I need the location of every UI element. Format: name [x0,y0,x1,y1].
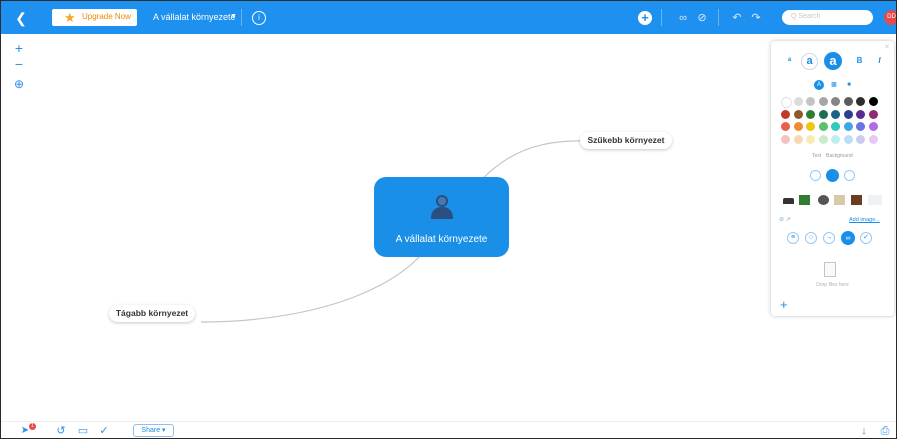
color-swatch[interactable] [793,97,803,106]
clock-icon[interactable] [818,195,829,205]
graduation-cap-icon[interactable] [783,198,794,204]
color-swatch[interactable] [856,122,865,131]
mindmap-canvas[interactable]: + − ⊕ A vállalat környezete Szűkebb körn… [1,34,896,421]
upgrade-label: Upgrade Now [82,12,131,21]
more-images-icon[interactable] [868,195,882,205]
top-toolbar: ❮ ★ Upgrade Now A vállalat környezete ▼ … [1,1,896,34]
add-topic-icon[interactable]: + [638,11,652,25]
checkmark-icon[interactable]: ✓ [860,232,872,244]
add-icon[interactable]: + [780,298,788,311]
color-swatch[interactable] [868,109,878,119]
color-swatch[interactable] [781,134,790,144]
font-size-medium-button[interactable]: a [801,53,818,70]
color-swatch[interactable] [868,97,878,106]
branch-topic-tagabb[interactable]: Tágabb környezet [109,305,195,322]
color-swatch[interactable] [818,122,828,131]
image-tab-icon[interactable] [826,169,839,182]
info-icon[interactable]: i [252,11,266,25]
color-swatch[interactable] [843,134,853,144]
color-swatch[interactable] [831,122,840,131]
image-options-icon[interactable]: ⊘ ↗ [779,216,791,223]
color-swatch[interactable] [818,109,828,119]
undo-icon[interactable]: ↶ [730,11,744,25]
block-icon[interactable]: ⊘ [695,11,709,25]
link-icon[interactable]: ∞ [841,231,855,245]
color-swatch[interactable] [793,134,803,144]
sticker-icon[interactable] [844,170,855,181]
book-icon[interactable] [834,195,845,205]
format-panel: ✕ a a a B I A ▩ ■ Text Background ⊘ ↗ Ad… [771,41,894,316]
color-swatch[interactable] [868,122,878,131]
line-style-icon[interactable]: ≡ [787,232,799,244]
emoji-icon[interactable] [810,170,821,181]
color-swatch[interactable] [843,97,853,106]
toolbar-divider [661,9,662,26]
task-check-icon[interactable]: ✓ [98,425,110,437]
color-swatch[interactable] [818,97,828,106]
document-title[interactable]: A vállalat környezete [153,12,236,22]
avatar[interactable]: DD [884,10,896,25]
font-size-small-button[interactable]: a [781,53,798,70]
search-input[interactable]: Q Search [782,10,873,25]
share-button[interactable]: Share ▾ [133,424,174,437]
chalkboard-icon[interactable] [799,195,810,205]
branch-topic-szukebb[interactable]: Szűkebb környezet [580,132,672,149]
color-swatch[interactable] [806,109,815,119]
download-icon[interactable]: ↓ [858,425,870,437]
background-color-icon[interactable]: ▩ [829,80,839,90]
border-color-icon[interactable]: ■ [844,80,854,90]
arrow-icon[interactable]: → [823,232,835,244]
color-swatch[interactable] [781,97,792,108]
color-swatch[interactable] [806,122,815,131]
root-topic-label: A vállalat környezete [395,234,488,245]
comment-icon[interactable]: ○ [805,232,817,244]
color-swatch[interactable] [856,134,865,144]
color-swatch[interactable] [856,109,865,119]
presentation-icon[interactable]: ▭ [77,425,89,437]
color-swatch[interactable] [793,122,803,131]
notification-badge: 1 [29,423,36,430]
color-swatch[interactable] [856,97,865,106]
color-swatch[interactable] [868,134,878,144]
upgrade-button[interactable]: ★ Upgrade Now [52,9,137,26]
file-icon [824,262,836,277]
font-size-large-button[interactable]: a [824,52,842,70]
briefcase-icon[interactable] [851,195,862,205]
history-icon[interactable]: ↺ [55,425,67,437]
print-icon[interactable]: ⎙ [879,425,891,437]
color-swatch[interactable] [818,134,828,144]
toolbar-divider [241,9,242,26]
color-swatch[interactable] [843,122,853,131]
star-icon: ★ [64,10,76,25]
root-topic[interactable]: A vállalat környezete [374,177,509,257]
bold-button[interactable]: B [851,53,868,70]
color-swatch[interactable] [831,97,840,106]
italic-button[interactable]: I [871,53,888,70]
color-swatch[interactable] [831,134,840,144]
redo-icon[interactable]: ↷ [749,11,763,25]
people-icon [431,195,453,219]
drop-files-label: Drop files here [816,282,849,288]
bottom-toolbar: ➤ 1 ↺ ▭ ✓ Share ▾ ↓ ⎙ [1,421,896,438]
background-label: Background [826,153,853,159]
color-swatch[interactable] [781,109,790,119]
color-swatch[interactable] [806,97,815,106]
color-swatch[interactable] [843,109,853,119]
toolbar-divider [718,9,719,26]
color-swatch[interactable] [781,122,790,131]
chevron-down-icon[interactable]: ▼ [230,13,237,20]
app-window: ❮ ★ Upgrade Now A vállalat környezete ▼ … [0,0,897,439]
search-placeholder: Q Search [791,13,821,20]
color-swatch[interactable] [831,109,840,119]
color-swatch[interactable] [806,134,815,144]
back-icon[interactable]: ❮ [11,8,31,28]
close-icon[interactable]: ✕ [884,43,890,51]
text-label: Text [812,153,822,159]
text-color-icon[interactable]: A [814,80,824,90]
color-swatch[interactable] [793,109,803,119]
add-image-link[interactable]: Add image... [849,217,880,223]
share-link-icon[interactable]: ∞ [676,11,690,25]
